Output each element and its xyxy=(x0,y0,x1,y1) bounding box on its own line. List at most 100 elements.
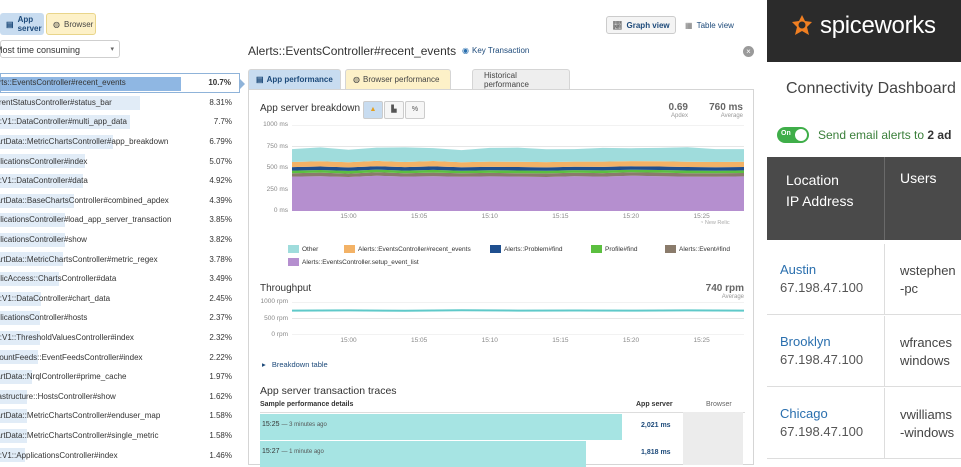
email-alerts-toggle[interactable]: On xyxy=(777,127,809,143)
legend-item[interactable]: Alerts::EventsController#recent_events xyxy=(344,245,471,253)
x-tick-label: 15:25 xyxy=(687,337,717,344)
legend-label: Alerts::EventsController#recent_events xyxy=(358,246,471,253)
y-tick-label: 0 ms xyxy=(252,207,288,214)
trace-value: 2,021 ms xyxy=(641,422,671,429)
transaction-row[interactable]: ChartData::MetricChartsController#enduse… xyxy=(0,406,240,426)
y-tick-label: 500 rpm xyxy=(252,315,288,322)
average-metric: 760 ms Average xyxy=(695,102,743,119)
legend-item[interactable]: Alerts::Problem#find xyxy=(490,245,563,253)
transaction-row[interactable]: ChartData::MetricChartsController#metric… xyxy=(0,249,240,269)
area-series xyxy=(292,161,744,168)
transaction-row[interactable]: CurrentStatusController#status_bar 8.31% xyxy=(0,93,240,113)
legend-item[interactable]: Alerts::EventsController.setup_event_lis… xyxy=(288,258,419,266)
trace-time: 15:25 xyxy=(262,421,280,428)
transaction-name: ChartData::MetricChartsController#enduse… xyxy=(0,411,176,420)
tab-browser[interactable]: ◍ Browser xyxy=(46,13,96,35)
transaction-name: Api::V1::DataController#chart_data xyxy=(0,294,176,303)
sort-select[interactable]: Most time consuming ▾ xyxy=(0,40,120,58)
transaction-percent: 1.46% xyxy=(209,451,232,460)
trace-row[interactable]: 15:25 — 3 minutes ago 2,021 ms xyxy=(260,414,745,440)
graph-view-button[interactable]: 📈︎ Graph view xyxy=(606,16,676,34)
transaction-row[interactable]: Api::V1::DataController#multi_app_data 7.… xyxy=(0,112,240,132)
user-name-line: -pc xyxy=(900,280,956,298)
key-icon: ◉ xyxy=(462,46,469,55)
transaction-row[interactable]: ChartData::BaseChartsController#combined… xyxy=(0,191,240,211)
legend-item[interactable]: Profile#find xyxy=(591,245,638,253)
location-row: Brooklyn67.198.47.100wfranceswindows xyxy=(767,316,961,387)
transaction-row[interactable]: Api::V1::ThresholdValuesController#index… xyxy=(0,328,240,348)
breakdown-table-link[interactable]: ▸ Breakdown table xyxy=(262,360,328,369)
ip-address: 67.198.47.100 xyxy=(780,352,863,367)
trace-ago: — 3 minutes ago xyxy=(281,422,326,428)
transaction-percent: 2.37% xyxy=(209,313,232,322)
chevron-down-icon: ▾ xyxy=(110,41,114,59)
transaction-row[interactable]: AccountFeeds::EventFeedsController#index… xyxy=(0,347,240,367)
user-name-line: wfrances xyxy=(900,334,952,352)
location-link[interactable]: Brooklyn xyxy=(780,334,831,349)
transaction-percent: 2.45% xyxy=(209,294,232,303)
user-name-line: vwilliams xyxy=(900,406,954,424)
area-series xyxy=(292,147,744,162)
transaction-row[interactable]: ApplicationsController#index5.07% xyxy=(0,151,240,171)
trace-row[interactable]: 15:27 — 1 minute ago1,818 ms xyxy=(260,441,745,467)
key-transaction-link[interactable]: ◉ Key Transaction xyxy=(462,46,529,55)
tab-browser-performance[interactable]: ◍ Browser performance xyxy=(345,69,451,89)
col-users: Users xyxy=(900,170,937,186)
column-divider xyxy=(884,388,885,459)
transaction-name: Infrastructure::HostsController#show xyxy=(0,392,176,401)
percent-toggle[interactable]: % xyxy=(405,101,425,119)
email-alert-text: Send email alerts to 2 ad xyxy=(818,128,951,142)
legend-item[interactable]: Alerts::Event#find xyxy=(665,245,730,253)
transaction-row[interactable]: Api::V1::ApplicationsController#index1.4… xyxy=(0,445,240,465)
transaction-row[interactable]: Api::V1::DataController#chart_data 2.45% xyxy=(0,289,240,309)
transaction-percent: 10.7% xyxy=(208,78,231,87)
server-icon: ▤ xyxy=(256,75,264,84)
breakdown-area-chart xyxy=(292,125,744,211)
transaction-percent: 7.7% xyxy=(214,117,232,126)
transaction-name: ChartData::MetricChartsController#metric… xyxy=(0,255,176,264)
transaction-row[interactable]: ApplicationsController#hosts 2.37% xyxy=(0,308,240,328)
transaction-row[interactable]: Api::V1::DataController#data 4.92% xyxy=(0,171,240,191)
table-view-button[interactable]: ▦ Table view xyxy=(685,16,734,34)
y-tick-label: 1000 ms xyxy=(252,121,288,128)
transaction-row[interactable]: ChartData::MetricChartsController#app_br… xyxy=(0,132,240,152)
transaction-name: ChartData::MetricChartsController#app_br… xyxy=(0,137,176,146)
location-link[interactable]: Austin xyxy=(780,262,816,277)
transaction-row[interactable]: ChartData::MetricChartsController#single… xyxy=(0,426,240,446)
globe-icon: ◍ xyxy=(53,20,60,29)
transaction-name: Api::V1::DataController#multi_app_data xyxy=(0,117,176,126)
transaction-name: CurrentStatusController#status_bar xyxy=(0,98,176,107)
bar-chart-toggle[interactable]: ▙ xyxy=(384,101,404,119)
close-icon[interactable]: × xyxy=(743,46,754,57)
transaction-percent: 8.31% xyxy=(209,98,232,107)
area-chart-toggle[interactable]: ▲ xyxy=(363,101,383,119)
column-divider xyxy=(884,316,885,387)
tab-app-performance[interactable]: ▤ App performance xyxy=(248,69,341,89)
throughput-metric: 740 rpm Average xyxy=(680,283,744,300)
transaction-percent: 4.92% xyxy=(209,176,232,185)
tab-app-server[interactable]: ▤ App server xyxy=(0,13,44,35)
location-link[interactable]: Chicago xyxy=(780,406,828,421)
trace-time: 15:27 xyxy=(262,448,280,455)
transaction-row[interactable]: ApplicationsController#show3.82% xyxy=(0,230,240,250)
transaction-percent: 1.62% xyxy=(209,392,232,401)
transaction-name: ApplicationsController#hosts xyxy=(0,313,176,322)
x-tick-label: 15:00 xyxy=(334,213,364,220)
transaction-row[interactable]: Infrastructure::HostsController#show 1.62… xyxy=(0,387,240,407)
col-details: Sample performance details xyxy=(260,401,353,408)
throughput-line-chart xyxy=(292,302,744,335)
spiceworks-pepper-icon xyxy=(790,13,814,39)
tab-historical-performance[interactable]: Historical performance xyxy=(472,69,570,89)
legend-swatch xyxy=(665,245,676,253)
y-tick-label: 1000 rpm xyxy=(252,298,288,305)
transaction-percent: 1.58% xyxy=(209,431,232,440)
transaction-row[interactable]: Alerts::EventsController#recent_events10… xyxy=(0,73,240,93)
transaction-row[interactable]: ChartData::NrqlController#prime_cache1.9… xyxy=(0,367,240,387)
transaction-row[interactable]: PublicAccess::ChartsController#data3.49% xyxy=(0,269,240,289)
new-relic-logo-icon: ◔ xyxy=(700,220,703,226)
transaction-name: Api::V1::DataController#data xyxy=(0,176,176,185)
legend-item[interactable]: Other xyxy=(288,245,318,253)
transaction-name: ApplicationsController#show xyxy=(0,235,176,244)
transaction-row[interactable]: ApplicationsController#load_app_server_t… xyxy=(0,210,240,230)
user-name-line: -windows xyxy=(900,424,954,442)
